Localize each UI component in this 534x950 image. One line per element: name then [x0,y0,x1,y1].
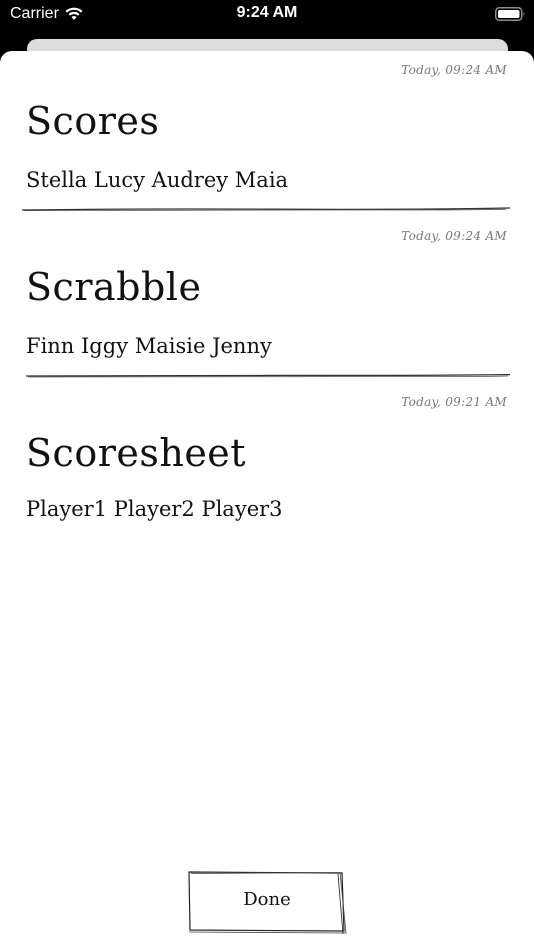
done-button-label: Done [243,889,291,910]
entry-players: Finn Iggy Maisie Jenny [26,334,272,358]
entry-timestamp: Today, 09:24 AM [401,63,507,77]
done-button[interactable]: Done [188,871,347,935]
entry-title: Scoresheet [26,431,247,475]
entry-timestamp: Today, 09:21 AM [401,395,507,409]
entry-divider [22,207,510,211]
entry-title: Scrabble [26,265,202,309]
entry-title: Scores [26,99,160,143]
games-sheet: Today, 09:24 AM Scores Stella Lucy Audre… [0,51,534,950]
screen: Carrier 9:24 AM Today, 09:24 AM Scores S… [0,0,534,950]
game-entry[interactable]: Today, 09:24 AM Scrabble Finn Iggy Maisi… [0,217,534,383]
entry-divider [25,373,510,378]
entry-players: Player1 Player2 Player3 [26,497,283,521]
battery-icon [495,7,525,21]
game-entry[interactable]: Today, 09:24 AM Scores Stella Lucy Audre… [0,51,534,217]
status-bar: Carrier 9:24 AM [0,0,534,30]
game-entry[interactable]: Today, 09:21 AM Scoresheet Player1 Playe… [0,383,534,549]
entry-players: Stella Lucy Audrey Maia [26,168,289,192]
entry-timestamp: Today, 09:24 AM [401,229,507,243]
status-time: 9:24 AM [236,4,298,21]
